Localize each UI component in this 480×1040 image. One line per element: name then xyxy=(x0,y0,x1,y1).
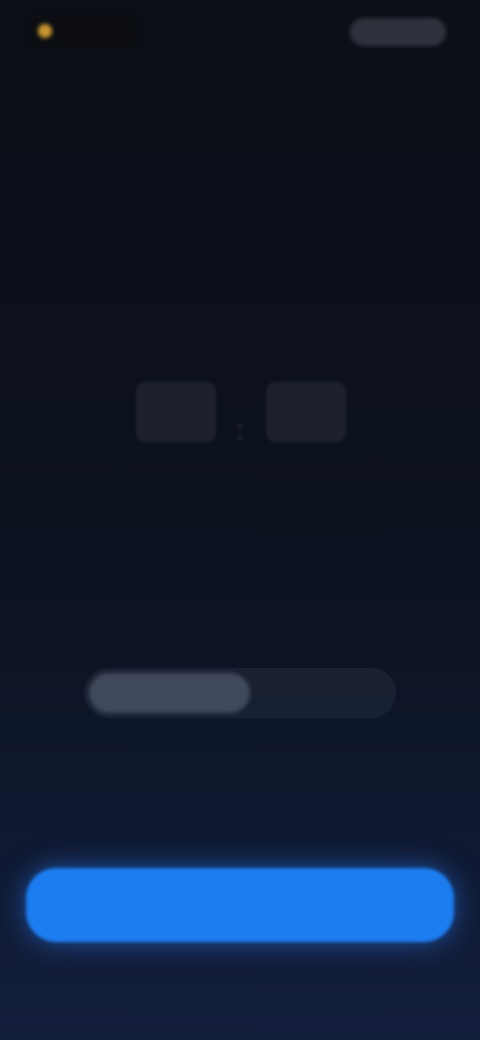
minutes-wheel[interactable] xyxy=(266,300,346,560)
minutes-prev[interactable] xyxy=(266,300,346,372)
top-bar xyxy=(0,0,480,70)
hours-wheel[interactable] xyxy=(136,300,216,560)
top-action-button[interactable] xyxy=(350,18,446,46)
hours-prev[interactable] xyxy=(136,300,216,372)
brand-icon xyxy=(38,24,52,38)
brand-logo[interactable] xyxy=(28,14,140,48)
hours-selected[interactable] xyxy=(136,382,216,442)
time-picker[interactable]: : xyxy=(0,300,480,560)
hours-next[interactable] xyxy=(136,452,216,524)
minutes-next[interactable] xyxy=(266,452,346,524)
time-separator: : xyxy=(236,414,244,445)
mode-toggle[interactable] xyxy=(84,668,396,718)
mode-option-unselected[interactable] xyxy=(256,673,391,713)
mode-option-selected[interactable] xyxy=(89,673,251,713)
hint-text xyxy=(0,740,480,758)
primary-button[interactable] xyxy=(26,868,454,942)
minutes-selected[interactable] xyxy=(266,382,346,442)
